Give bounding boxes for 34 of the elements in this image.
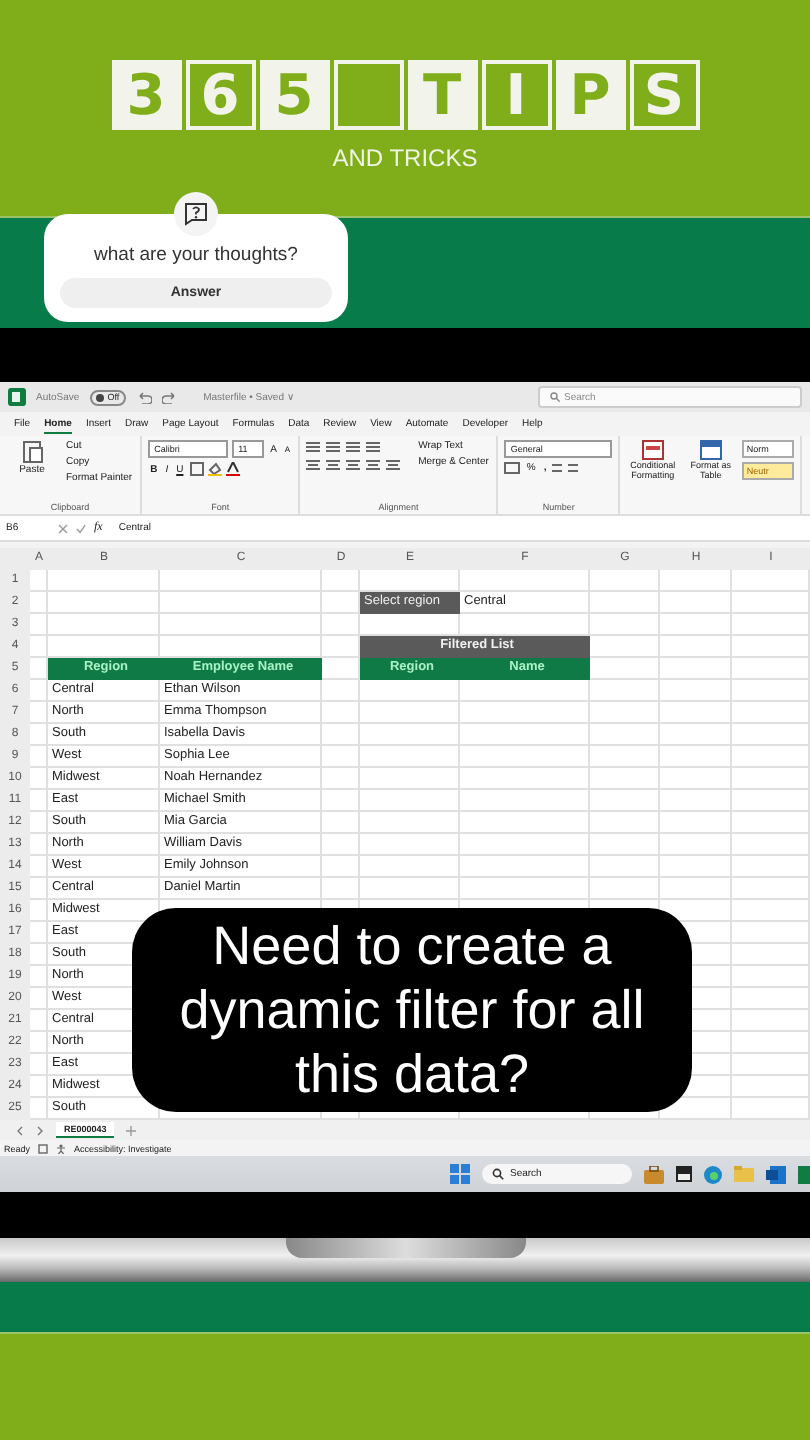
- question-prompt: what are your thoughts?: [94, 244, 298, 266]
- logo-tile: 3: [111, 60, 181, 130]
- search-icon: [492, 1168, 504, 1180]
- border-icon[interactable]: [189, 462, 204, 476]
- previous-sheet-icon[interactable]: [16, 1125, 24, 1135]
- blank-tile: [333, 60, 403, 130]
- logo-tile: I: [481, 60, 551, 130]
- mail-app-icon[interactable]: [766, 1165, 786, 1183]
- add-sheet-icon[interactable]: [126, 1125, 137, 1135]
- logo-tile: T: [407, 60, 477, 130]
- app-icon[interactable]: [676, 1166, 692, 1182]
- browser-icon[interactable]: [704, 1165, 722, 1183]
- logo-tile: 5: [259, 60, 329, 130]
- redo-icon[interactable]: [161, 391, 178, 403]
- decimal-icon[interactable]: [552, 462, 581, 474]
- accessibility-icon: [56, 1143, 67, 1153]
- logo-tile: S: [629, 60, 699, 130]
- windows-icon[interactable]: [450, 1164, 470, 1184]
- cancel-icon[interactable]: [58, 523, 68, 533]
- check-icon[interactable]: [76, 523, 86, 533]
- currency-icon[interactable]: [504, 462, 521, 474]
- spreadsheet-app-icon[interactable]: [798, 1165, 810, 1183]
- fill-color-icon[interactable]: [207, 462, 222, 476]
- sheet-icon: [38, 1143, 49, 1153]
- logo-tile: P: [555, 60, 625, 130]
- logo-subtitle: AND TRICKS: [332, 144, 478, 172]
- next-sheet-icon[interactable]: [36, 1125, 44, 1135]
- font-color-icon[interactable]: [225, 462, 240, 476]
- briefcase-icon[interactable]: [644, 1165, 664, 1183]
- undo-icon[interactable]: [135, 391, 152, 403]
- search-icon: [550, 392, 560, 402]
- excel-logo-icon: [8, 388, 26, 406]
- logo-tile: 6: [185, 60, 255, 130]
- caption: Need to create a dynamic filter for all this data?: [132, 908, 692, 1112]
